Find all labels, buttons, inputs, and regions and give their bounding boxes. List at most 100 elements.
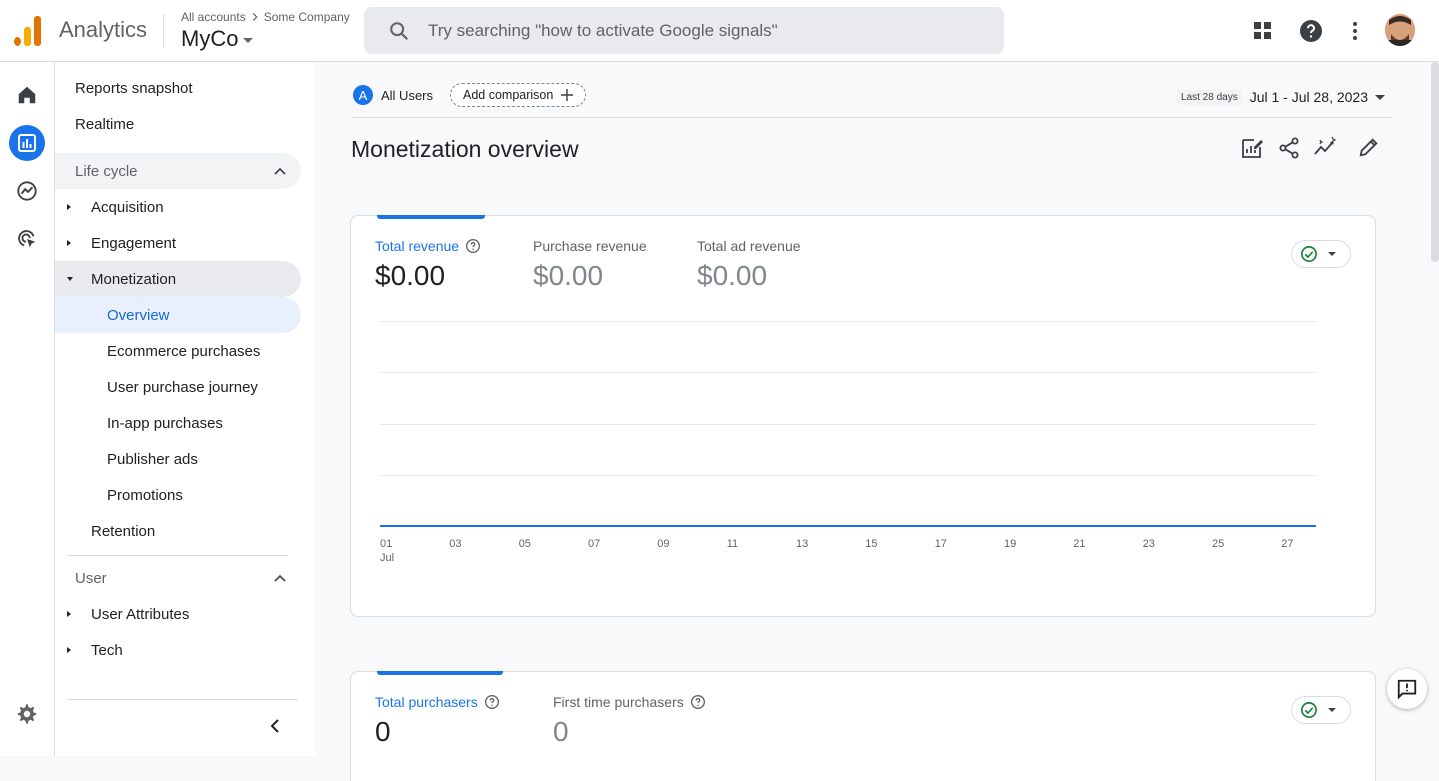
caret-down-icon [1328, 708, 1336, 712]
report-nav: Reports snapshot Realtime Life cycle Acq… [55, 62, 315, 756]
metric-label: First time purchasers [553, 694, 684, 710]
edit-icon[interactable] [1358, 136, 1382, 160]
lifecycle-label: Life cycle [75, 162, 138, 180]
nav-tech-label: Tech [91, 641, 123, 659]
metric-total-purchasers[interactable]: Total purchasers 0 [375, 694, 500, 748]
help-icon[interactable] [1297, 17, 1325, 45]
avatar[interactable] [1385, 14, 1415, 46]
nav-realtime[interactable]: Realtime [75, 106, 134, 142]
check-circle-icon [1301, 702, 1317, 718]
metric-value: 0 [553, 716, 569, 747]
caret-right-icon [67, 240, 71, 246]
nav-in-app-purchases[interactable]: In-app purchases [107, 405, 223, 441]
apps-grid-icon[interactable] [1249, 17, 1277, 45]
nav-reports-snapshot[interactable]: Reports snapshot [75, 70, 193, 106]
user-section-header[interactable]: User [55, 560, 301, 596]
home-icon[interactable] [9, 77, 45, 113]
reports-icon[interactable] [9, 125, 45, 161]
nav-monetization[interactable]: Monetization [55, 261, 301, 297]
date-range-picker[interactable]: Last 28 days Jul 1 - Jul 28, 2023 [1176, 89, 1385, 105]
metric-label: Total revenue [375, 238, 460, 254]
compare-metric-toggle[interactable] [1291, 240, 1351, 268]
compare-metric-toggle[interactable] [1291, 696, 1351, 724]
gridline [380, 475, 1316, 476]
breadcrumb[interactable]: All accounts Some Company [181, 10, 350, 24]
caret-right-icon [67, 611, 71, 617]
nav-user-purchase-journey[interactable]: User purchase journey [107, 369, 258, 405]
chevron-right-icon [252, 13, 258, 21]
gridline [380, 321, 1316, 322]
x-tick-label: 01 [380, 538, 393, 550]
nav-tech[interactable]: Tech [55, 632, 301, 668]
lifecycle-section-header[interactable]: Life cycle [55, 153, 301, 189]
nav-acquisition[interactable]: Acquisition [55, 189, 301, 225]
settings-icon[interactable] [9, 696, 45, 732]
metric-value: $0.00 [375, 260, 446, 291]
help-outline-icon[interactable] [465, 238, 481, 254]
x-axis-month: Jul [380, 552, 395, 564]
nav-monetization-label: Monetization [91, 270, 177, 288]
advertising-icon[interactable] [9, 221, 45, 257]
chevron-up-icon [274, 167, 286, 175]
x-tick-label: 17 [934, 538, 947, 550]
gridline [380, 424, 1316, 425]
check-circle-icon [1301, 246, 1317, 262]
nav-engagement[interactable]: Engagement [55, 225, 301, 261]
caret-down-icon [67, 277, 73, 281]
nav-overview[interactable]: Overview [55, 297, 301, 333]
x-tick-label: 19 [1004, 538, 1017, 550]
search-input[interactable] [428, 20, 988, 41]
explore-icon[interactable] [9, 173, 45, 209]
caret-down-icon [1375, 94, 1385, 100]
x-tick-label: 07 [588, 538, 601, 550]
x-tick-label: 13 [796, 538, 809, 550]
nav-promotions[interactable]: Promotions [107, 477, 183, 513]
help-outline-icon[interactable] [690, 694, 706, 710]
page-title: Monetization overview [351, 136, 579, 162]
left-rail [0, 62, 55, 756]
share-icon[interactable] [1277, 136, 1301, 160]
search-bar[interactable] [364, 7, 1004, 54]
revenue-line-chart [380, 525, 1316, 527]
x-tick-label: 05 [518, 538, 531, 550]
feedback-button[interactable] [1387, 669, 1427, 709]
metric-total-ad-revenue[interactable]: Total ad revenue $0.00 [697, 238, 801, 292]
segment-label: All Users [381, 87, 434, 103]
analytics-logo[interactable] [14, 16, 42, 46]
nav-divider [68, 555, 288, 556]
caret-down-icon [243, 38, 254, 43]
property-selector[interactable]: MyCo [181, 26, 254, 52]
metric-value: 0 [375, 716, 391, 747]
metric-purchase-revenue[interactable]: Purchase revenue $0.00 [533, 238, 647, 292]
x-tick-label: 15 [865, 538, 878, 550]
breadcrumb-account[interactable]: All accounts [181, 10, 246, 24]
nav-retention[interactable]: Retention [91, 513, 155, 549]
property-name: MyCo [181, 26, 239, 51]
customize-report-icon[interactable] [1240, 136, 1264, 160]
date-range-tag: Last 28 days [1176, 89, 1242, 105]
scrollbar[interactable] [1431, 62, 1439, 262]
x-tick-label: 23 [1142, 538, 1155, 550]
segment-chip[interactable]: A All Users [353, 85, 433, 105]
metric-total-revenue[interactable]: Total revenue $0.00 [375, 238, 481, 292]
plus-icon [561, 89, 574, 101]
caret-down-icon [1328, 252, 1336, 256]
nav-user-attributes[interactable]: User Attributes [55, 596, 301, 632]
nav-publisher-ads[interactable]: Publisher ads [107, 441, 198, 477]
nav-ecommerce-purchases[interactable]: Ecommerce purchases [107, 333, 260, 369]
more-vert-icon[interactable] [1341, 17, 1369, 45]
app-name: Analytics [59, 17, 148, 42]
x-tick-label: 25 [1212, 538, 1225, 550]
x-tick-label: 11 [726, 538, 739, 550]
nav-overview-label: Overview [107, 306, 170, 324]
top-bar: Analytics All accounts Some Company MyCo [0, 0, 1439, 62]
insights-icon[interactable] [1313, 136, 1337, 160]
nav-engagement-label: Engagement [91, 234, 177, 252]
add-comparison-button[interactable]: Add comparison [450, 83, 587, 107]
breadcrumb-property[interactable]: Some Company [264, 10, 350, 24]
metric-value: $0.00 [533, 260, 604, 291]
collapse-nav-icon[interactable] [267, 716, 283, 736]
x-tick-label: 27 [1281, 538, 1294, 550]
help-outline-icon[interactable] [484, 694, 500, 710]
metric-first-time-purchasers[interactable]: First time purchasers 0 [553, 694, 706, 748]
